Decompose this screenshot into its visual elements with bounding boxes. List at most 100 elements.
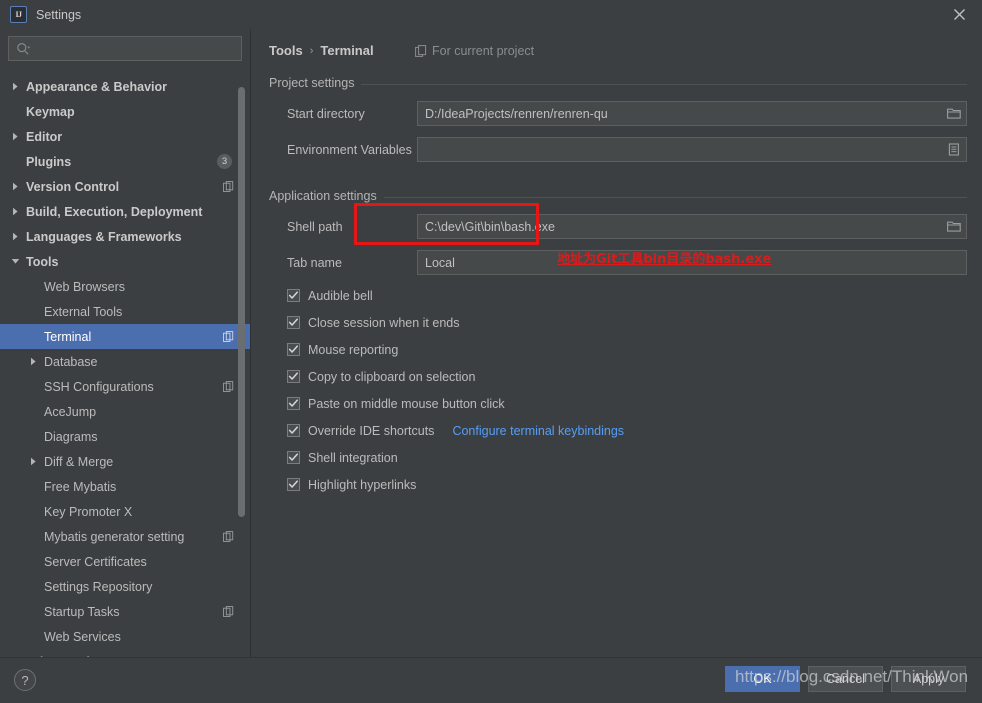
tab-name-value: Local — [425, 255, 455, 270]
tab-name-label: Tab name — [287, 255, 342, 270]
checkbox-checked-icon[interactable] — [287, 289, 300, 302]
tree-arrow-placeholder — [28, 581, 39, 592]
chevron-right-icon[interactable] — [10, 206, 21, 217]
checkbox-label: Paste on middle mouse button click — [308, 396, 505, 411]
breadcrumb: Tools › Terminal — [269, 43, 374, 58]
chevron-down-icon[interactable] — [10, 256, 21, 267]
checkbox-row-mouse-reporting[interactable]: Mouse reporting — [287, 336, 624, 363]
start-directory-row: Start directory D:/IdeaProjects/renren/r… — [269, 101, 967, 126]
sidebar-item-ssh-configurations[interactable]: SSH Configurations — [0, 374, 250, 399]
checkbox-row-override-ide-shortcuts[interactable]: Override IDE shortcuts Configure terminal… — [287, 417, 624, 444]
copy-icon — [223, 381, 234, 392]
sidebar-item-label: AceJump — [44, 404, 97, 419]
folder-icon — [947, 108, 961, 119]
sidebar-item-settings-repository[interactable]: Settings Repository — [0, 574, 250, 599]
chevron-down-icon — [11, 259, 20, 264]
start-directory-field[interactable]: D:/IdeaProjects/renren/renren-qu — [417, 101, 967, 126]
chevron-right-icon[interactable] — [28, 456, 39, 467]
checkbox-checked-icon[interactable] — [287, 478, 300, 491]
sidebar-item-web-browsers[interactable]: Web Browsers — [0, 274, 250, 299]
folder-icon — [947, 221, 961, 232]
sidebar-item-label: SSH Configurations — [44, 379, 154, 394]
close-button[interactable] — [936, 0, 982, 29]
checkbox-row-copy-to-clipboard-on-selection[interactable]: Copy to clipboard on selection — [287, 363, 624, 390]
sidebar-item-free-mybatis[interactable]: Free Mybatis — [0, 474, 250, 499]
chevron-right-icon — [31, 457, 36, 466]
sidebar-item-plugins[interactable]: Plugins 3 — [0, 149, 250, 174]
checkbox-row-close-session-when-it-ends[interactable]: Close session when it ends — [287, 309, 624, 336]
chevron-right-icon[interactable] — [10, 131, 21, 142]
cancel-button[interactable]: Cancel — [808, 666, 883, 692]
checkbox-label: Close session when it ends — [308, 315, 460, 330]
search-box[interactable] — [8, 36, 242, 61]
sidebar-scrollbar[interactable] — [238, 69, 245, 657]
sidebar-item-badge: 3 — [217, 154, 232, 169]
sidebar-item-version-control[interactable]: Version Control — [0, 174, 250, 199]
sidebar-item-label: Plugins — [26, 154, 72, 169]
list-icon — [948, 143, 959, 156]
shell-path-browse-button[interactable] — [942, 215, 966, 238]
checkbox-checked-icon[interactable] — [287, 316, 300, 329]
tree-arrow-placeholder — [28, 506, 39, 517]
checkbox-row-audible-bell[interactable]: Audible bell — [287, 282, 624, 309]
checkbox-checked-icon[interactable] — [287, 343, 300, 356]
checkbox-checked-icon[interactable] — [287, 370, 300, 383]
project-settings-label: Project settings — [269, 76, 355, 90]
sidebar-item-appearance-behavior[interactable]: Appearance & Behavior — [0, 74, 250, 99]
sidebar-item-mybatis-generator-setting[interactable]: Mybatis generator setting — [0, 524, 250, 549]
configure-terminal-keybindings-link[interactable]: Configure terminal keybindings — [452, 424, 624, 438]
checkbox-checked-icon[interactable] — [287, 451, 300, 464]
copy-icon — [223, 531, 234, 542]
sidebar-item-key-promoter-x[interactable]: Key Promoter X — [0, 499, 250, 524]
tree-arrow-placeholder — [28, 381, 39, 392]
checkbox-checked-icon[interactable] — [287, 397, 300, 410]
sidebar-item-web-services[interactable]: Web Services — [0, 624, 250, 649]
sidebar-item-startup-tasks[interactable]: Startup Tasks — [0, 599, 250, 624]
chevron-right-icon[interactable] — [10, 181, 21, 192]
copy-icon — [223, 606, 234, 617]
settings-tree[interactable]: Appearance & Behavior Keymap Editor Plugins… — [0, 69, 250, 657]
ok-button[interactable]: OK — [725, 666, 800, 692]
checkbox-row-paste-on-middle-mouse-button-click[interactable]: Paste on middle mouse button click — [287, 390, 624, 417]
sidebar-item-build-execution-deployment[interactable]: Build, Execution, Deployment — [0, 199, 250, 224]
checkbox-row-highlight-hyperlinks[interactable]: Highlight hyperlinks — [287, 471, 624, 498]
tree-arrow-placeholder — [28, 306, 39, 317]
sidebar-item-label: Key Promoter X — [44, 504, 133, 519]
apply-button[interactable]: Apply — [891, 666, 966, 692]
sidebar-item-tools[interactable]: Tools — [0, 249, 250, 274]
sidebar-item-label: Diagrams — [44, 429, 98, 444]
search-input[interactable] — [30, 41, 241, 56]
project-settings-title: Project settings — [269, 76, 967, 90]
chevron-right-icon[interactable] — [28, 356, 39, 367]
sidebar-scrollbar-thumb[interactable] — [238, 87, 245, 517]
sidebar-item-keymap[interactable]: Keymap — [0, 99, 250, 124]
sidebar-item-diagrams[interactable]: Diagrams — [0, 424, 250, 449]
search-wrapper — [0, 29, 250, 61]
shell-path-field[interactable]: C:\dev\Git\bin\bash.exe — [417, 214, 967, 239]
app-logo-icon: IJ — [10, 6, 27, 23]
sidebar-item-label: Database — [44, 354, 98, 369]
sidebar-item-diff-merge[interactable]: Diff & Merge — [0, 449, 250, 474]
tree-arrow-placeholder — [28, 331, 39, 342]
sidebar-item-external-tools[interactable]: External Tools — [0, 299, 250, 324]
checkbox-label: Mouse reporting — [308, 342, 399, 357]
environment-variables-edit-button[interactable] — [942, 138, 966, 161]
sidebar-item-server-certificates[interactable]: Server Certificates — [0, 549, 250, 574]
sidebar-item-label: Version Control — [26, 179, 120, 194]
chevron-right-icon[interactable] — [10, 231, 21, 242]
sidebar-item-other-settings[interactable]: Other Settings — [0, 649, 250, 658]
chevron-right-icon[interactable] — [10, 81, 21, 92]
sidebar-item-terminal[interactable]: Terminal — [0, 324, 250, 349]
sidebar-item-languages-frameworks[interactable]: Languages & Frameworks — [0, 224, 250, 249]
scope-label: For current project — [432, 44, 535, 58]
sidebar-item-label: Build, Execution, Deployment — [26, 204, 203, 219]
checkbox-row-shell-integration[interactable]: Shell integration — [287, 444, 624, 471]
environment-variables-field[interactable] — [417, 137, 967, 162]
sidebar-item-acejump[interactable]: AceJump — [0, 399, 250, 424]
sidebar-item-editor[interactable]: Editor — [0, 124, 250, 149]
checkbox-checked-icon[interactable] — [287, 424, 300, 437]
help-button[interactable]: ? — [14, 669, 36, 691]
sidebar-item-database[interactable]: Database — [0, 349, 250, 374]
start-directory-browse-button[interactable] — [942, 102, 966, 125]
breadcrumb-parent[interactable]: Tools — [269, 43, 303, 58]
